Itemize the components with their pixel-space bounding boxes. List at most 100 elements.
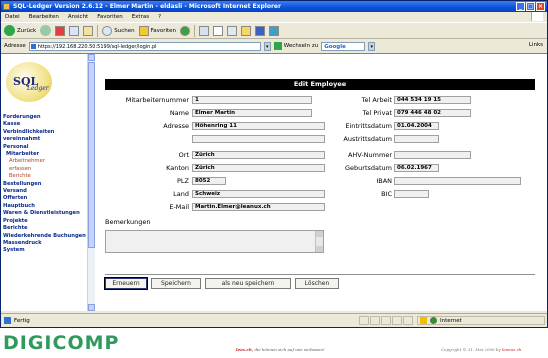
stop-icon[interactable] xyxy=(55,25,66,36)
page-status-icon xyxy=(4,317,11,324)
speichern-button[interactable]: Speichern xyxy=(151,278,201,289)
name-label: Name xyxy=(169,109,189,117)
menu-datei[interactable]: Datei xyxy=(5,14,20,20)
sidebar-item-mitarbeiter[interactable]: Mitarbeiter xyxy=(3,151,87,158)
main-frame: Edit Employee Mitarbeiternummer 1 Name E… xyxy=(96,54,547,311)
ahv-nummer-label: AHV-Nummer xyxy=(347,151,392,159)
plz-field[interactable]: 8052 xyxy=(192,177,226,185)
close-button[interactable]: × xyxy=(536,2,545,11)
messenger-icon[interactable] xyxy=(255,25,266,36)
sidebar-item-versand[interactable]: Versand xyxy=(3,188,87,195)
sidebar-scrollbar[interactable] xyxy=(87,54,95,311)
history-icon[interactable] xyxy=(180,25,191,36)
eintrittsdatum-field[interactable]: 01.04.2004 xyxy=(394,122,439,130)
sidebar-item-kasse[interactable]: Kasse xyxy=(3,121,87,128)
name-field[interactable]: Elmer Martin xyxy=(192,109,312,117)
footer-tagline-brand: leax.ch, xyxy=(236,347,254,352)
sidebar-item-verbindlichkeiten[interactable]: Verbindlichkeiten xyxy=(3,129,87,136)
tel-privat-field[interactable]: 079 446 48 02 xyxy=(394,109,471,117)
mitarbeiternummer-label: Mitarbeiternummer xyxy=(125,96,189,104)
forward-button[interactable] xyxy=(40,24,52,38)
folder-icon[interactable] xyxy=(241,25,252,36)
sidebar-item-projekte[interactable]: Projekte xyxy=(3,218,87,225)
textarea-scroll-up-icon[interactable] xyxy=(316,231,323,237)
textarea-scroll-down-icon[interactable] xyxy=(316,246,323,252)
address-input[interactable]: https://192.168.220.50:5199/sql-ledger/l… xyxy=(28,41,261,51)
menu-bearbeiten[interactable]: Bearbeiten xyxy=(29,14,59,20)
scroll-down-icon[interactable] xyxy=(88,304,95,311)
footer-copyright-brand: leanux.ch xyxy=(501,347,522,352)
status-pane xyxy=(403,316,413,325)
window-title: SQL-Ledger Version 2.6.12 - Elmer Martin… xyxy=(13,3,281,10)
bemerkungen-textarea[interactable] xyxy=(105,230,324,253)
sidebar-item-forderungen[interactable]: Forderungen xyxy=(3,114,87,121)
research-icon[interactable] xyxy=(269,25,280,36)
back-button[interactable]: Zurück xyxy=(4,24,36,38)
search-button[interactable]: Suchen xyxy=(102,24,135,38)
back-arrow-icon xyxy=(4,25,15,36)
links-label[interactable]: Links xyxy=(529,42,543,48)
go-label: Wechseln zu xyxy=(283,43,319,49)
erneuern-button[interactable]: Erneuern xyxy=(104,277,148,290)
form-header: Edit Employee xyxy=(105,79,535,90)
favorites-star-icon xyxy=(138,25,149,36)
bic-field[interactable] xyxy=(394,190,429,198)
sidebar-item-berichte[interactable]: Berichte xyxy=(3,225,87,232)
toolbar: Zurück Suchen Favoriten xyxy=(1,22,547,39)
menu-help[interactable]: ? xyxy=(158,14,161,20)
go-button[interactable]: Wechseln zu xyxy=(273,42,319,50)
menu-favoriten[interactable]: Favoriten xyxy=(97,14,122,20)
textarea-scrollbar[interactable] xyxy=(315,231,323,252)
forward-arrow-icon xyxy=(40,25,52,36)
google-dropdown-icon[interactable]: ▾ xyxy=(368,41,376,51)
sidebar-item-system[interactable]: System xyxy=(3,247,87,254)
sidebar-item-personal[interactable]: Personal xyxy=(3,144,87,151)
mitarbeiternummer-field[interactable]: 1 xyxy=(192,96,312,104)
land-field[interactable]: Schweiz xyxy=(192,190,325,198)
tel-arbeit-field[interactable]: 044 534 19 15 xyxy=(394,96,471,104)
favorites-button[interactable]: Favoriten xyxy=(138,24,176,38)
menu-extras[interactable]: Extras xyxy=(132,14,149,20)
security-zone[interactable]: Internet xyxy=(417,316,545,325)
menu-ansicht[interactable]: Ansicht xyxy=(68,14,88,20)
loeschen-button[interactable]: Löschen xyxy=(295,278,339,289)
sidebar-menu: Forderungen Kasse Verbindlichkeiten vereinn… xyxy=(3,114,87,255)
als-neu-speichern-button[interactable]: als neu speichern xyxy=(205,278,291,289)
edit-icon[interactable] xyxy=(227,25,238,36)
mail-icon[interactable] xyxy=(199,25,210,36)
sidebar-item-berichte[interactable]: Berichte xyxy=(3,173,87,180)
toolbar-divider xyxy=(194,24,196,37)
sidebar-item-massendruck[interactable]: Massendruck xyxy=(3,240,87,247)
home-icon[interactable] xyxy=(83,25,94,36)
ort-field[interactable]: Zürich xyxy=(192,151,325,159)
maximize-button[interactable]: □ xyxy=(526,2,535,11)
email-field[interactable]: Martin.Elmer@leanux.ch xyxy=(192,203,325,211)
scroll-thumb[interactable] xyxy=(88,62,95,248)
refresh-icon[interactable] xyxy=(69,25,80,36)
sidebar-item-waren-dienstleistungen[interactable]: Waren & Dienstleistungen xyxy=(3,210,87,217)
toolbar-divider xyxy=(97,24,99,37)
adresse-field[interactable]: Höhenring 11 xyxy=(192,122,325,130)
scroll-up-icon[interactable] xyxy=(88,54,95,61)
sidebar-item-hauptbuch[interactable]: Hauptbuch xyxy=(3,203,87,210)
footer-copyright: Copyright © 31. Mai 2006 by leanux.ch xyxy=(441,347,522,352)
status-pane xyxy=(370,316,380,325)
caption-buttons: _ □ × xyxy=(516,2,545,11)
ahv-nummer-field[interactable] xyxy=(394,151,471,159)
sidebar-item-offerten[interactable]: Offerten xyxy=(3,195,87,202)
address-dropdown-icon[interactable]: ▾ xyxy=(263,41,271,51)
iban-field[interactable] xyxy=(394,177,521,185)
print-icon[interactable] xyxy=(213,25,224,36)
sidebar-item-arbeitnehmer[interactable]: Arbeitnehmer xyxy=(3,158,87,165)
minimize-button[interactable]: _ xyxy=(516,2,525,11)
adresse2-field[interactable] xyxy=(192,135,325,143)
geburtsdatum-field[interactable]: 06.02.1967 xyxy=(394,164,439,172)
google-search-box[interactable]: Google xyxy=(321,41,366,51)
kanton-field[interactable]: Zürich xyxy=(192,164,325,172)
ort-label: Ort xyxy=(178,151,189,159)
sidebar-item-vereinnahmt[interactable]: vereinnahmt xyxy=(3,136,87,143)
austrittsdatum-field[interactable] xyxy=(394,135,439,143)
sidebar-item-erfassen[interactable]: erfassen xyxy=(3,166,87,173)
sidebar-item-wiederkehrende-buchungen[interactable]: Wiederkehrende Buchungen xyxy=(3,233,87,240)
sidebar-item-bestellungen[interactable]: Bestellungen xyxy=(3,181,87,188)
